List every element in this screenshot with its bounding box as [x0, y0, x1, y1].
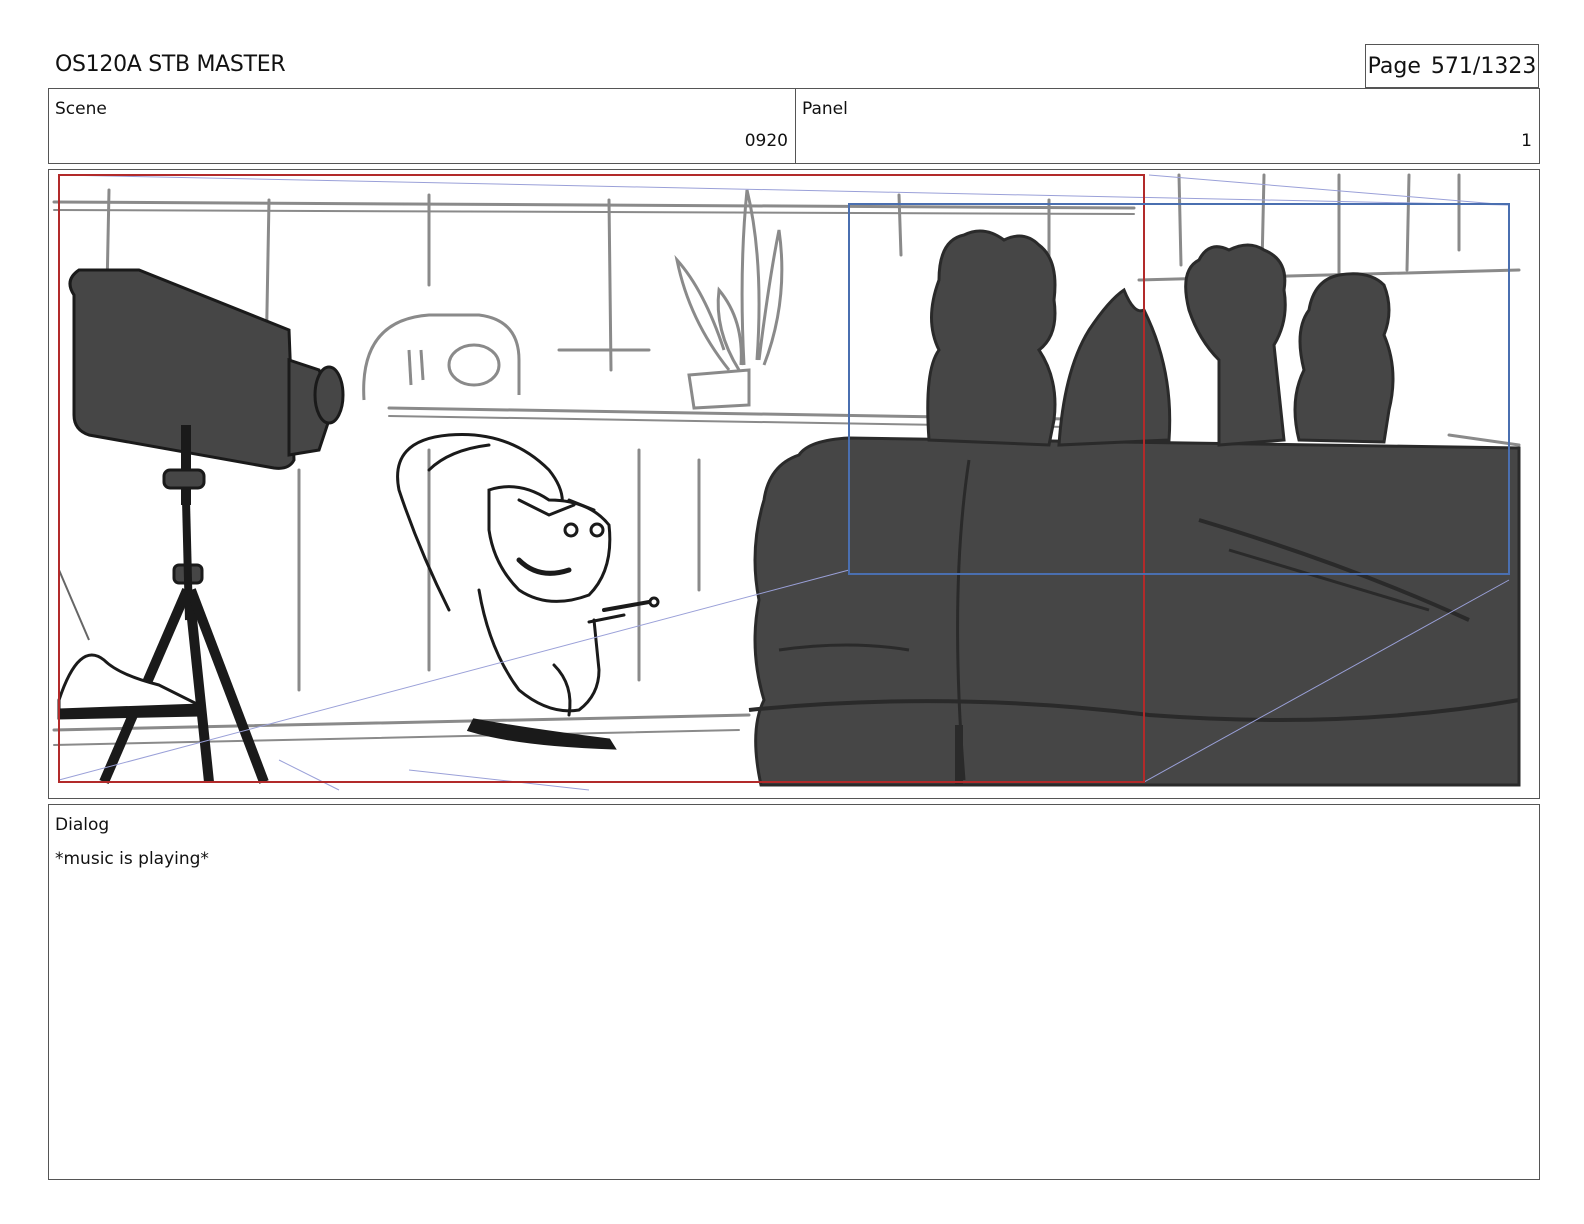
couch-silhouette: [748, 436, 1521, 787]
page-label: Page: [1367, 53, 1421, 79]
scene-number: 0920: [744, 131, 788, 151]
page-indicator: Page 571/1323: [1365, 44, 1539, 88]
panel-number: 1: [1521, 131, 1532, 151]
panel-label: Panel: [802, 99, 848, 119]
document-title: OS120A STB MASTER: [55, 52, 286, 77]
storyboard-frame: [48, 169, 1540, 799]
squirrel-character: [396, 432, 660, 750]
dialog-box: Dialog *music is playing*: [48, 804, 1540, 1180]
shoe-sketch: [57, 569, 204, 720]
page-number: 571/1323: [1430, 53, 1537, 79]
plant-sketch: [674, 189, 784, 410]
scene-panel-row: Scene 0920 Panel 1: [48, 88, 1540, 164]
toy-silhouettes: [926, 229, 1395, 447]
scene-label: Scene: [55, 99, 107, 119]
storyboard-sketch: [52, 173, 1521, 791]
dialog-label: Dialog: [55, 815, 110, 835]
toaster-sketch: [362, 313, 521, 401]
scene-cell: Scene 0920: [49, 89, 796, 163]
dialog-text: *music is playing*: [55, 849, 209, 869]
panel-cell: Panel 1: [796, 89, 1539, 163]
